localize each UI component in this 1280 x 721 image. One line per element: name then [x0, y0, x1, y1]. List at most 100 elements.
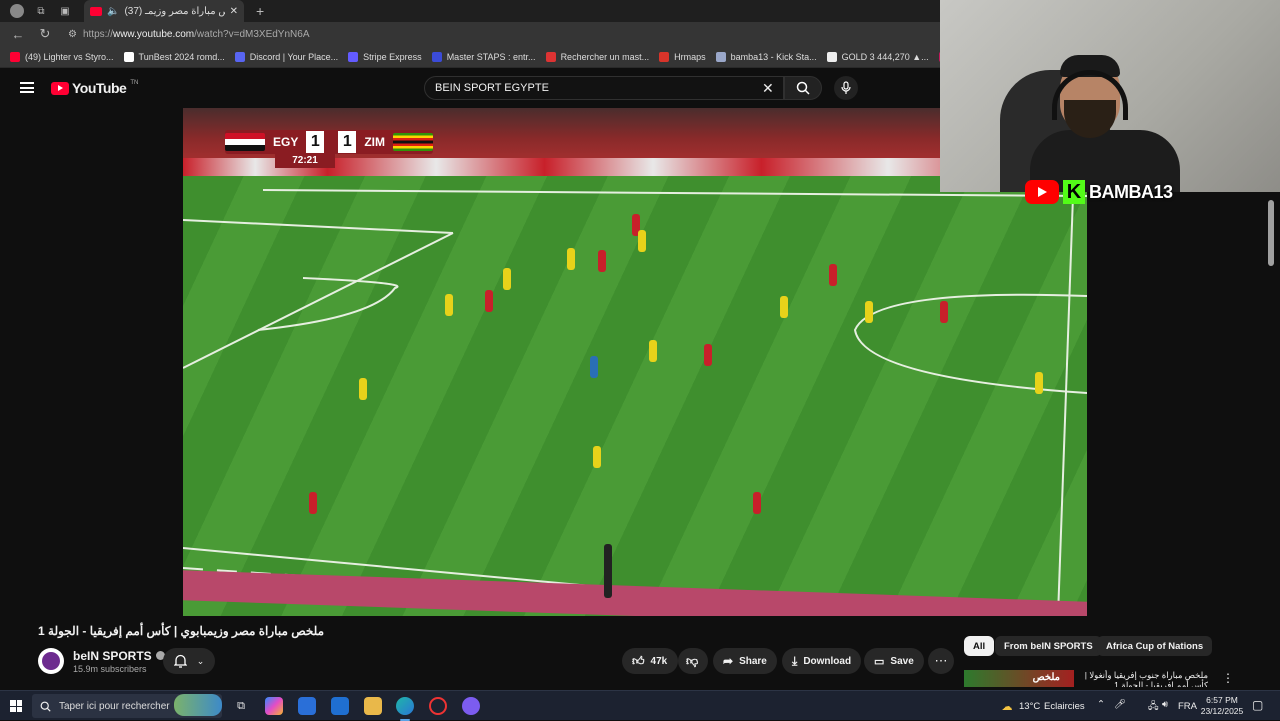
store-icon[interactable]: [298, 697, 316, 715]
dislike-button[interactable]: 👎︎: [678, 648, 708, 674]
speaker-icon[interactable]: 🔈: [107, 6, 119, 17]
egypt-flag-icon: [225, 133, 265, 151]
search-input[interactable]: BEIN SPORT EGYPTE: [424, 76, 784, 100]
site-info-icon[interactable]: ⚙: [68, 29, 77, 40]
search-button[interactable]: [784, 76, 822, 100]
chip-topic[interactable]: Africa Cup of Nations: [1097, 636, 1213, 656]
url-host: www.youtube.com: [112, 28, 195, 40]
back-icon[interactable]: ←: [9, 27, 27, 42]
save-icon: ▭: [874, 655, 885, 668]
save-label: Save: [890, 655, 914, 667]
voice-search-button[interactable]: [834, 76, 858, 100]
channel-name[interactable]: beIN SPORTS: [73, 649, 165, 663]
bookmark-item[interactable]: TunBest 2024 romd...: [123, 51, 225, 62]
away-team: ZIM: [364, 135, 386, 149]
chevron-down-icon: ⌄: [196, 655, 205, 666]
like-button[interactable]: 👍︎ 47k: [622, 648, 678, 674]
url-prefix: https://: [82, 28, 113, 40]
bookmark-favicon-icon: [431, 51, 442, 62]
more-actions-icon[interactable]: ⋯: [928, 648, 954, 674]
tab-actions-icon[interactable]: ▣: [58, 4, 72, 18]
save-button[interactable]: ▭ Save: [864, 648, 924, 674]
bookmark-item[interactable]: Hrmaps: [659, 51, 706, 62]
bookmark-item[interactable]: (49) Lighter vs Styro...: [10, 51, 114, 62]
download-icon: ⤓: [792, 653, 798, 668]
microphone-tray-icon[interactable]: 🎤︎: [1114, 699, 1126, 710]
bookmark-label: (49) Lighter vs Styro...: [25, 51, 114, 62]
away-score: 1: [338, 131, 357, 153]
url-field[interactable]: ⚙ https://www.youtube.com/watch?v=dM3XEd…: [68, 24, 936, 44]
bookmark-label: Hrmaps: [674, 51, 706, 62]
tray-chevron-icon[interactable]: ⌃: [1097, 699, 1105, 710]
player-zimbabwe: [865, 301, 873, 323]
windows-start-icon[interactable]: [10, 700, 22, 712]
reload-icon[interactable]: ↻: [36, 26, 54, 42]
close-tab-icon[interactable]: ✕: [230, 6, 238, 17]
url-path: /watch?v=dM3XEdYnN6A: [194, 28, 310, 40]
microphone-icon: [841, 81, 851, 94]
bell-icon: [173, 654, 187, 668]
bookmark-item[interactable]: Rechercher un mast...: [545, 51, 649, 62]
share-button[interactable]: ➦ Share: [713, 648, 777, 674]
player-egypt: [704, 344, 712, 366]
player-zimbabwe: [503, 268, 511, 290]
youtube-favicon-icon: [90, 6, 102, 16]
streamer-name: BAMBA13: [1089, 181, 1173, 202]
bookmark-item[interactable]: Discord | Your Place...: [234, 51, 338, 62]
discord-icon[interactable]: [462, 697, 480, 715]
taskbar-clock[interactable]: 6:57 PM 23/12/2025: [1200, 695, 1244, 717]
match-clock: 72:21: [275, 154, 335, 168]
download-label: Download: [803, 655, 852, 667]
speedtest-icon[interactable]: [429, 697, 447, 715]
bookmark-favicon-icon: [826, 51, 837, 62]
recommended-thumbnail[interactable]: ملخص: [964, 670, 1074, 687]
chip-all[interactable]: All: [964, 636, 995, 656]
bookmark-favicon-icon: [10, 51, 20, 62]
player-zimbabwe: [638, 230, 646, 252]
bookmark-item[interactable]: Master STAPS : entr...: [431, 51, 536, 62]
player-zimbabwe: [780, 296, 788, 318]
youtube-logo[interactable]: YouTube TN: [51, 80, 138, 96]
workspaces-icon[interactable]: ⧉: [34, 4, 48, 18]
logo-text: YouTube: [72, 80, 127, 96]
outlook-icon[interactable]: [331, 697, 349, 715]
bookmark-label: Master STAPS : entr...: [446, 51, 536, 62]
bookmark-item[interactable]: Stripe Express: [348, 51, 422, 62]
weather-temp: 13°C: [1019, 701, 1041, 712]
copilot-icon[interactable]: [265, 697, 283, 715]
network-icon[interactable]: 🖧: [1148, 699, 1159, 715]
profile-icon[interactable]: [10, 4, 24, 18]
task-view-icon[interactable]: ⧉: [232, 697, 250, 715]
recommended-title[interactable]: ملخص مباراة جنوب إفريقيا وأنغولا | كأس أ…: [1082, 670, 1208, 687]
scrollbar-thumb[interactable]: [1268, 200, 1274, 266]
volume-icon[interactable]: 🔊︎: [1162, 699, 1168, 710]
player-egypt: [598, 250, 606, 272]
chip-from-channel[interactable]: From beIN SPORTS: [995, 636, 1102, 656]
player-zimbabwe: [567, 248, 575, 270]
download-button[interactable]: ⤓ Download: [782, 648, 862, 674]
player-egypt: [829, 264, 837, 286]
new-tab-icon[interactable]: +: [256, 3, 264, 19]
player-egypt: [485, 290, 493, 312]
youtube-play-icon: [51, 81, 69, 95]
recommended-more-icon[interactable]: ⋮: [1222, 671, 1234, 685]
like-count: 47k: [650, 655, 668, 667]
hamburger-menu-icon[interactable]: [20, 82, 34, 93]
bookmark-item[interactable]: bamba13 - Kick Sta...: [715, 51, 817, 62]
edge-icon[interactable]: [396, 697, 414, 721]
search-icon: [40, 701, 51, 712]
channel-avatar[interactable]: [38, 648, 64, 674]
notifications-icon[interactable]: ▢: [1252, 698, 1263, 712]
language-indicator[interactable]: FRA: [1178, 701, 1197, 712]
zimbabwe-flag-icon: [393, 133, 434, 151]
share-label: Share: [739, 655, 767, 667]
scoreboard: EGY 1 1 ZIM: [225, 130, 434, 154]
player-egypt: [940, 301, 948, 323]
bookmark-item[interactable]: GOLD 3 444,270 ▲...: [826, 51, 929, 62]
weather-icon[interactable]: ☁: [998, 697, 1016, 715]
tab-youtube[interactable]: 🔈 ملخص مباراة مصر وزيمـ (37) ✕: [84, 0, 244, 22]
clear-search-icon[interactable]: ✕: [762, 80, 774, 97]
subscribe-notifications-button[interactable]: ⌄: [163, 648, 215, 674]
bookmark-favicon-icon: [545, 51, 556, 62]
file-explorer-icon[interactable]: [364, 697, 382, 715]
